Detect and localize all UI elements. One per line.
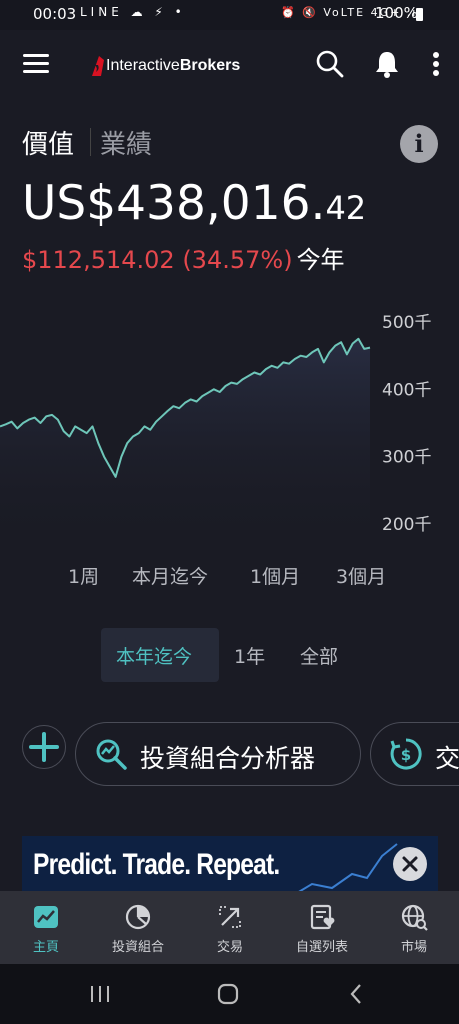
menu-icon[interactable] [23,54,49,74]
back-icon[interactable] [348,983,364,1005]
nav-trade[interactable]: 交易 [184,891,276,964]
y-tick-label: 500千 [382,313,431,333]
tab-divider [90,128,91,156]
more-vertical-icon[interactable] [420,48,452,80]
battery-level: 100% [375,4,418,22]
chart-area-fill [0,338,370,550]
portfolio-analyzer-button[interactable]: 投資組合分析器 [75,722,361,786]
nav-market[interactable]: 市場 [368,891,459,964]
home-chart-icon [34,906,58,928]
nav-watchlist[interactable]: 自選列表 [276,891,368,964]
range-1y[interactable]: 1年 [234,642,265,669]
analyzer-magnifier-icon [96,739,127,770]
portfolio-value: US$438,016.42 [22,176,366,231]
range-1m[interactable]: 1個月 [250,562,300,589]
banner-close-button[interactable] [393,847,427,881]
status-bar: 00:03 LINE ☁ ⚡ • ⏰ 🔇 VoLTE 4G+ .ıl 100% [0,0,459,30]
status-notification-icons: LINE ☁ ⚡ • [80,5,186,19]
battery-icon [416,8,423,21]
info-icon[interactable]: i [400,125,438,163]
status-time: 00:03 [33,5,77,23]
close-icon [402,856,418,872]
add-action-button[interactable] [22,725,66,769]
portfolio-chart[interactable]: 500千 400千 300千 200千 [0,300,459,550]
tab-performance[interactable]: 業績 [100,124,152,161]
tab-value[interactable]: 價值 [22,124,74,161]
analyzer-label: 投資組合分析器 [140,744,316,773]
ib-logo-mark-icon [92,56,104,76]
banner-headline: Predict. Trade. Repeat. [33,848,280,881]
nav-watchlist-label: 自選列表 [295,940,348,955]
recent-apps-icon[interactable] [89,984,111,1004]
nav-portfolio[interactable]: 投資組合 [92,891,184,964]
watchlist-heart-icon [310,904,335,930]
home-system-icon[interactable] [217,983,239,1005]
quick-actions: 投資組合分析器 $ 交 [0,720,459,786]
brand-name-bold: Brokers [179,57,241,74]
portfolio-pie-icon [125,904,151,930]
range-ytd[interactable]: 本年迄今 [116,642,192,669]
promo-banner[interactable]: Predict. Trade. Repeat. [22,836,438,896]
portfolio-chart-svg: 500千 400千 300千 200千 [0,313,431,550]
nav-home[interactable]: 主頁 [0,891,92,964]
range-3m[interactable]: 3個月 [336,562,386,589]
range-mtd[interactable]: 本月迄今 [132,562,208,589]
y-tick-label: 200千 [382,515,431,535]
trade-arrows-icon [219,906,241,928]
nav-home-label: 主頁 [32,940,59,955]
nav-portfolio-label: 投資組合 [111,940,164,955]
trade-dollar-icon: $ [390,738,422,770]
range-selector-row1: 1周 本月迄今 1個月 3個月 [0,562,459,596]
system-navigation-bar [0,964,459,1024]
bell-icon[interactable] [371,48,403,80]
portfolio-value-main: US$438,016. [22,176,326,231]
portfolio-value-cents: 42 [325,189,367,227]
range-1w[interactable]: 1周 [68,562,99,589]
bottom-navigation: 主頁 投資組合 交易 自選列表 市場 [0,891,459,964]
trade-label: 交 [435,744,459,773]
y-tick-label: 400千 [382,380,431,400]
svg-text:$: $ [401,746,411,764]
plus-icon [29,732,59,762]
search-icon[interactable] [314,48,346,80]
y-tick-label: 300千 [382,448,431,468]
change-amount: $112,514.02 (34.57%) [22,246,293,274]
brand-name-light: Interactive [106,57,180,74]
portfolio-change: $112,514.02 (34.57%) 今年 [22,240,345,275]
app-bar: InteractiveBrokers [0,30,459,98]
change-period: 今年 [296,246,345,274]
range-selector-row2: 本年迄今 1年 全部 [0,628,459,682]
nav-market-label: 市場 [400,940,427,955]
trade-action-button[interactable]: $ 交 [370,722,459,786]
nav-trade-label: 交易 [216,940,243,955]
brand-name: InteractiveBrokers [106,57,240,75]
market-globe-icon [401,904,428,931]
range-all[interactable]: 全部 [300,642,338,669]
